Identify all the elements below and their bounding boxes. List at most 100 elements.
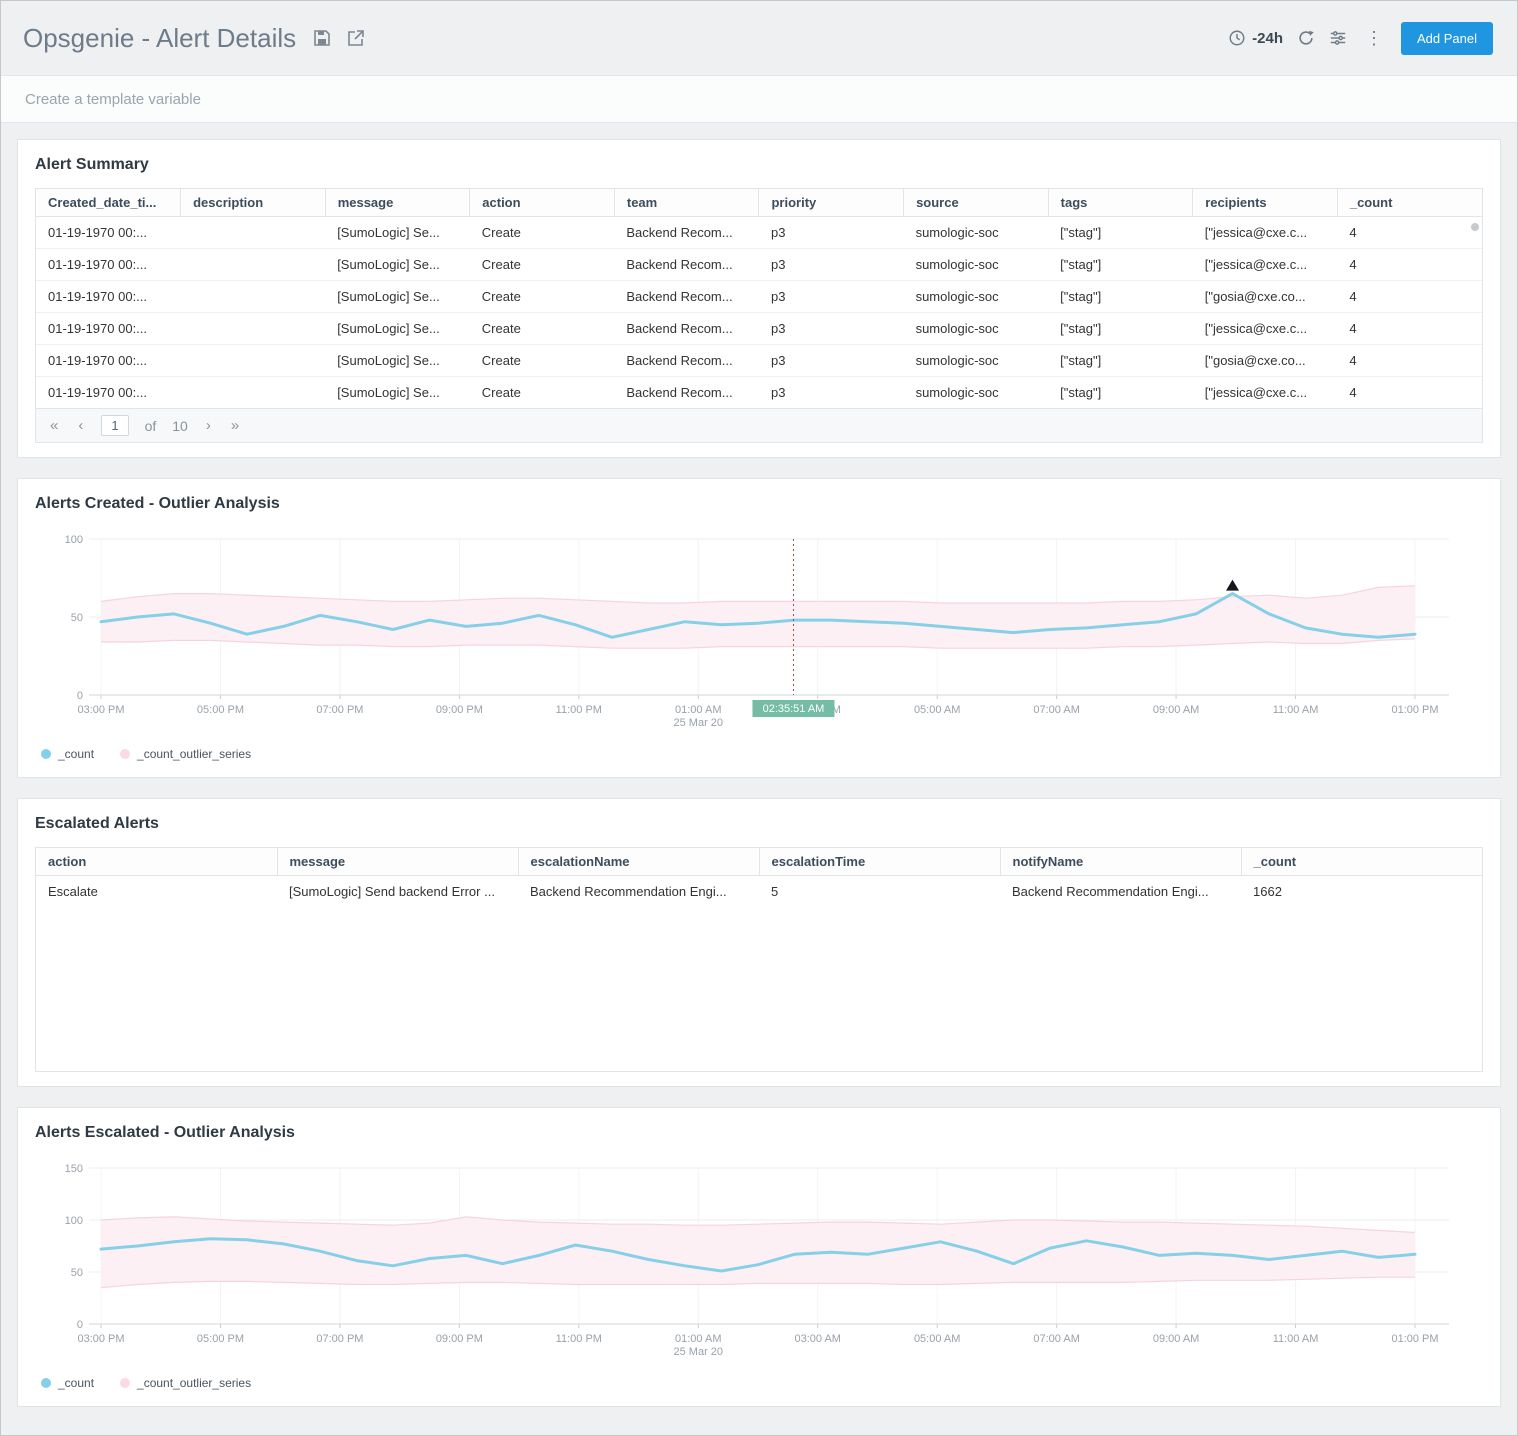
- column-header[interactable]: message: [325, 189, 470, 217]
- svg-text:150: 150: [65, 1163, 83, 1175]
- svg-text:07:00 AM: 07:00 AM: [1033, 704, 1079, 716]
- table-header-row: actionmessageescalationNameescalationTim…: [36, 848, 1482, 876]
- svg-text:01:00 AM: 01:00 AM: [675, 704, 721, 716]
- table-scrollbar-thumb[interactable]: [1471, 223, 1479, 231]
- svg-text:0: 0: [77, 1319, 83, 1331]
- column-header[interactable]: description: [181, 189, 326, 217]
- table-cell: 5: [759, 876, 1000, 908]
- panel-title: Escalated Alerts: [35, 815, 1483, 833]
- column-header[interactable]: action: [470, 189, 615, 217]
- alert-summary-table-frame: Created_date_ti...descriptionmessageacti…: [35, 188, 1483, 409]
- table-cell: 4: [1337, 377, 1482, 409]
- table-cell: [181, 249, 326, 281]
- save-icon[interactable]: [312, 28, 332, 48]
- table-cell: Create: [470, 217, 615, 249]
- table-cell: Backend Recom...: [614, 217, 759, 249]
- table-cell: sumologic-soc: [904, 281, 1049, 313]
- column-header[interactable]: recipients: [1193, 189, 1338, 217]
- table-cell: [181, 281, 326, 313]
- panels-container: Alert Summary Created_date_ti...descript…: [1, 123, 1517, 1435]
- table-cell: 4: [1337, 217, 1482, 249]
- escalated-alerts-table[interactable]: actionmessageescalationNameescalationTim…: [36, 848, 1482, 907]
- pagination-last-button[interactable]: »: [229, 417, 241, 434]
- table-cell: [SumoLogic] Se...: [325, 313, 470, 345]
- table-cell: [181, 217, 326, 249]
- dashboard-page: Opsgenie - Alert Details -24h ⋮ Add Pane…: [0, 0, 1518, 1436]
- table-row[interactable]: Escalate[SumoLogic] Send backend Error .…: [36, 876, 1482, 908]
- column-header[interactable]: _count: [1241, 848, 1482, 876]
- table-cell: 01-19-1970 00:...: [36, 377, 181, 409]
- column-header[interactable]: escalationTime: [759, 848, 1000, 876]
- clock-icon: [1228, 29, 1246, 47]
- alert-summary-table[interactable]: Created_date_ti...descriptionmessageacti…: [36, 189, 1482, 408]
- export-icon[interactable]: [346, 28, 366, 48]
- pagination-current-page[interactable]: 1: [101, 415, 128, 436]
- page-title: Opsgenie - Alert Details: [23, 23, 296, 54]
- table-cell: 01-19-1970 00:...: [36, 313, 181, 345]
- table-cell: 4: [1337, 281, 1482, 313]
- filter-sliders-icon[interactable]: [1329, 29, 1347, 47]
- chart-area: 03:00 PM05:00 PM07:00 PM09:00 PM11:00 PM…: [35, 1156, 1483, 1366]
- panel-title: Alert Summary: [35, 156, 1483, 174]
- table-cell: ["jessica@cxe.c...: [1193, 377, 1338, 409]
- table-cell: [181, 345, 326, 377]
- pagination-first-button[interactable]: «: [48, 417, 60, 434]
- kebab-menu-icon[interactable]: ⋮: [1361, 28, 1387, 49]
- column-header[interactable]: Created_date_ti...: [36, 189, 181, 217]
- table-cell: [SumoLogic] Se...: [325, 345, 470, 377]
- svg-text:09:00 AM: 09:00 AM: [1153, 704, 1199, 716]
- svg-text:11:00 PM: 11:00 PM: [556, 1333, 602, 1345]
- table-cell: Create: [470, 249, 615, 281]
- alerts-created-chart[interactable]: 03:00 PM05:00 PM07:00 PM09:00 PM11:00 PM…: [35, 527, 1475, 737]
- column-header[interactable]: escalationName: [518, 848, 759, 876]
- pagination-next-button[interactable]: ›: [204, 417, 213, 434]
- table-cell: p3: [759, 313, 904, 345]
- table-cell: [SumoLogic] Send backend Error ...: [277, 876, 518, 908]
- legend-label: _count_outlier_series: [137, 747, 251, 761]
- pagination-prev-button[interactable]: ‹: [76, 417, 85, 434]
- table-cell: Escalate: [36, 876, 277, 908]
- svg-text:09:00 PM: 09:00 PM: [436, 704, 483, 716]
- add-panel-button[interactable]: Add Panel: [1401, 22, 1493, 55]
- column-header[interactable]: _count: [1337, 189, 1482, 217]
- refresh-icon[interactable]: [1297, 29, 1315, 47]
- table-row[interactable]: 01-19-1970 00:...[SumoLogic] Se...Create…: [36, 249, 1482, 281]
- column-header[interactable]: notifyName: [1000, 848, 1241, 876]
- alerts-escalated-chart[interactable]: 03:00 PM05:00 PM07:00 PM09:00 PM11:00 PM…: [35, 1156, 1475, 1366]
- time-range-control[interactable]: -24h: [1228, 29, 1283, 47]
- table-cell: p3: [759, 377, 904, 409]
- table-cell: sumologic-soc: [904, 313, 1049, 345]
- svg-text:25 Mar 20: 25 Mar 20: [674, 717, 724, 729]
- table-cell: sumologic-soc: [904, 217, 1049, 249]
- svg-text:01:00 PM: 01:00 PM: [1391, 1333, 1438, 1345]
- table-row[interactable]: 01-19-1970 00:...[SumoLogic] Se...Create…: [36, 281, 1482, 313]
- create-template-variable-bar[interactable]: Create a template variable: [1, 75, 1517, 123]
- legend-item-count: _count: [41, 747, 94, 761]
- column-header[interactable]: priority: [759, 189, 904, 217]
- table-row[interactable]: 01-19-1970 00:... [SumoLogic] Se...Create…: [36, 313, 1482, 345]
- column-header[interactable]: action: [36, 848, 277, 876]
- table-cell: p3: [759, 217, 904, 249]
- svg-text:05:00 AM: 05:00 AM: [914, 704, 960, 716]
- svg-text:11:00 PM: 11:00 PM: [556, 704, 602, 716]
- column-header[interactable]: message: [277, 848, 518, 876]
- table-cell: Create: [470, 313, 615, 345]
- table-cell: Backend Recom...: [614, 281, 759, 313]
- chart-legend: _count _count_outlier_series: [35, 1366, 1483, 1392]
- table-row[interactable]: 01-19-1970 00:...[SumoLogic] Se...Create…: [36, 217, 1482, 249]
- column-header[interactable]: source: [904, 189, 1049, 217]
- column-header[interactable]: tags: [1048, 189, 1193, 217]
- column-header[interactable]: team: [614, 189, 759, 217]
- time-range-label: -24h: [1252, 30, 1283, 47]
- table-cell: ["gosia@cxe.co...: [1193, 281, 1338, 313]
- table-cell: ["jessica@cxe.c...: [1193, 313, 1338, 345]
- legend-label: _count: [58, 747, 94, 761]
- table-cell: 01-19-1970 00:...: [36, 217, 181, 249]
- table-row[interactable]: 01-19-1970 00:...[SumoLogic] Se...Create…: [36, 345, 1482, 377]
- table-row[interactable]: 01-19-1970 00:...[SumoLogic] Se...Create…: [36, 377, 1482, 409]
- table-cell: Backend Recom...: [614, 345, 759, 377]
- panel-alerts-escalated-outlier: Alerts Escalated - Outlier Analysis 03:0…: [17, 1107, 1501, 1407]
- table-cell: 1662: [1241, 876, 1482, 908]
- table-header-row: Created_date_ti...descriptionmessageacti…: [36, 189, 1482, 217]
- table-cell: Create: [470, 281, 615, 313]
